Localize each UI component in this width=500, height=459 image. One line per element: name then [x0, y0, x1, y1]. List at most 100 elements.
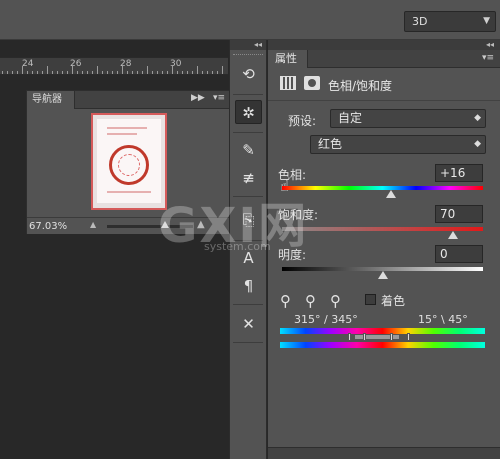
- colorize-checkbox[interactable]: [365, 294, 376, 305]
- ruler-tick: [97, 66, 98, 74]
- ruler-tick: [127, 71, 128, 74]
- ruler-tick: [177, 71, 178, 74]
- 3d-mode-select[interactable]: 3D ▼: [404, 11, 496, 32]
- adjustments-icon[interactable]: ✲: [235, 100, 262, 124]
- chevron-down-icon: ▼: [483, 16, 490, 26]
- divider: [233, 304, 263, 305]
- ruler-tick: [7, 71, 8, 74]
- zoom-percent[interactable]: 67.03%: [29, 221, 67, 232]
- preset-value: 自定: [338, 111, 363, 125]
- saturation-value-field[interactable]: 70: [435, 205, 483, 223]
- mask-icon[interactable]: [304, 76, 320, 90]
- updown-icon: ◆: [474, 113, 481, 123]
- saturation-slider-thumb[interactable]: [447, 231, 458, 239]
- text-line: [107, 133, 137, 135]
- ruler-tick: [102, 71, 103, 74]
- ruler-label: 24: [22, 59, 34, 69]
- divider: [268, 100, 500, 101]
- 3d-mode-value: 3D: [412, 15, 428, 28]
- ruler-tick: [117, 71, 118, 74]
- properties-header: 属性 ▾≡: [268, 50, 500, 68]
- tools-icon[interactable]: ✕: [235, 312, 262, 336]
- ruler-tick: [142, 71, 143, 74]
- range-left-degrees: 315° / 345°: [294, 313, 358, 326]
- stamp-image: [109, 145, 149, 185]
- ruler-tick: [172, 66, 173, 74]
- divider: [233, 94, 263, 95]
- ruler-tick: [222, 66, 223, 74]
- ruler-tick: [152, 71, 153, 74]
- ruler-tick: [182, 71, 183, 74]
- channel-select[interactable]: 红色 ◆: [310, 135, 486, 154]
- ruler-tick: [162, 71, 163, 74]
- ruler-tick: [207, 71, 208, 74]
- ruler-tick: [47, 66, 48, 74]
- range-slider-left-outer[interactable]: [348, 333, 351, 341]
- colorize-label: 着色: [381, 294, 406, 308]
- source-color-spectrum: [280, 328, 485, 334]
- ruler-tick: [212, 71, 213, 74]
- document-thumbnail: [97, 119, 161, 203]
- eyedropper-plus-icon[interactable]: ⚲: [305, 292, 316, 310]
- preset-label: 预设:: [288, 114, 317, 128]
- ruler-tick: [22, 66, 23, 74]
- zoom-out-icon[interactable]: ▲: [90, 220, 96, 229]
- ruler-tick: [17, 71, 18, 74]
- ruler-tick: [52, 71, 53, 74]
- collapse-icon[interactable]: ◂◂: [230, 40, 266, 50]
- ruler-tick: [192, 71, 193, 74]
- hue-slider-thumb[interactable]: [386, 190, 397, 198]
- collapse-icon[interactable]: ◂◂: [268, 40, 500, 50]
- ruler-tick: [27, 71, 28, 74]
- ruler-tick: [112, 71, 113, 74]
- hue-saturation-layer-icon: [280, 76, 296, 90]
- ruler-tick: [167, 71, 168, 74]
- divider: [233, 132, 263, 133]
- range-slider-right-outer[interactable]: [407, 333, 410, 341]
- ruler-tick: [137, 71, 138, 74]
- ruler-tick: [217, 71, 218, 74]
- ruler-tick: [57, 71, 58, 74]
- channel-value: 红色: [318, 137, 343, 151]
- horizontal-ruler: 24 26 28 30: [0, 57, 228, 75]
- expand-icon[interactable]: ▶▶: [191, 93, 205, 103]
- history-icon[interactable]: ⟲: [235, 62, 262, 86]
- ruler-tick: [37, 71, 38, 74]
- updown-icon: ◆: [474, 139, 481, 149]
- eyedropper-minus-icon[interactable]: ⚲: [330, 292, 341, 310]
- preset-select[interactable]: 自定 ◆: [330, 109, 486, 128]
- navigator-header: 导航器 ▶▶ ▾≡: [27, 91, 229, 109]
- lightness-slider-thumb[interactable]: [377, 271, 388, 279]
- ruler-tick: [72, 66, 73, 74]
- brush-icon[interactable]: ✎: [235, 138, 262, 162]
- eyedropper-icon[interactable]: ⚲: [280, 292, 291, 310]
- hue-slider-track[interactable]: [282, 186, 483, 190]
- navigator-tab[interactable]: 导航器: [27, 91, 75, 109]
- text-line: [107, 127, 147, 129]
- grip[interactable]: [233, 54, 263, 57]
- range-right-degrees: 15° \ 45°: [418, 313, 468, 326]
- ruler-tick: [62, 71, 63, 74]
- lightness-value-field[interactable]: 0: [435, 245, 483, 263]
- paragraph-icon[interactable]: ¶: [235, 274, 262, 298]
- ruler-tick: [197, 66, 198, 74]
- ruler-tick: [87, 71, 88, 74]
- ruler-tick: [32, 71, 33, 74]
- watermark-url: system.com: [204, 240, 271, 253]
- properties-tab[interactable]: 属性: [268, 50, 308, 68]
- ruler-tick: [132, 71, 133, 74]
- options-bar: 3D ▼: [0, 0, 500, 40]
- navigator-preview[interactable]: [91, 113, 167, 210]
- hue-label: 色相:: [278, 168, 307, 182]
- ruler-tick: [12, 71, 13, 74]
- panel-menu-icon[interactable]: ▾≡: [482, 53, 494, 63]
- range-slider-left-inner[interactable]: [363, 333, 366, 341]
- ruler-tick: [122, 66, 123, 74]
- hue-value-field[interactable]: +16: [435, 164, 483, 182]
- ruler-tick: [202, 71, 203, 74]
- range-slider-right-inner[interactable]: [390, 333, 393, 341]
- panel-footer: [268, 447, 500, 459]
- ruler-tick: [67, 71, 68, 74]
- panel-menu-icon[interactable]: ▾≡: [213, 93, 225, 103]
- ruler-tick: [42, 71, 43, 74]
